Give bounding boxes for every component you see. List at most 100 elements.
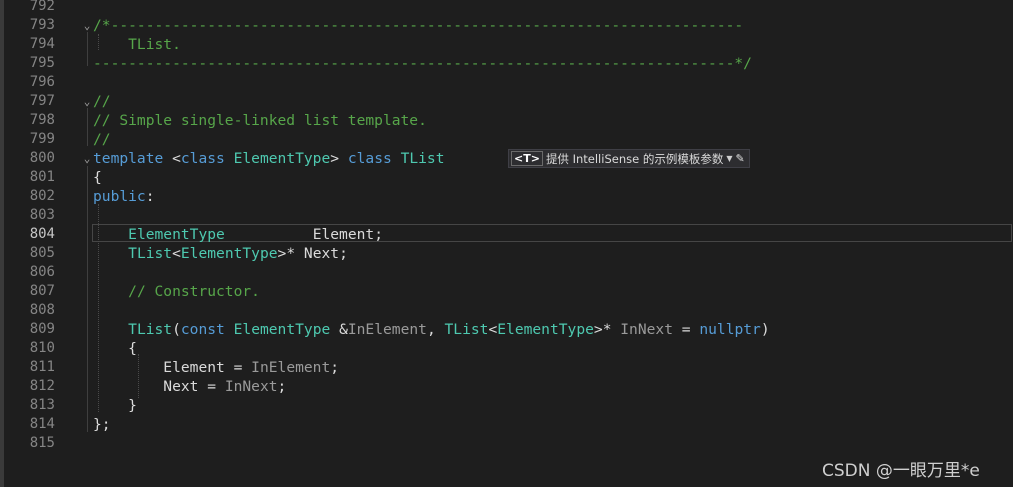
code-line[interactable]: 803 <box>0 206 1013 225</box>
code-line[interactable]: 812 Next = InNext; <box>0 377 1013 396</box>
line-number: 805 <box>29 245 55 261</box>
code-line[interactable]: 810 { <box>0 339 1013 358</box>
intellisense-template-hint[interactable]: <T> 提供 IntelliSense 的示例模板参数 ▼ ✎ <box>508 149 750 168</box>
code-text: Next = InNext; <box>93 377 286 396</box>
line-number: 797 <box>29 93 55 109</box>
code-token: class <box>180 150 225 167</box>
line-number: 794 <box>29 36 55 52</box>
code-line[interactable]: 800 ⌄ template <class ElementType> class T… <box>0 149 1013 168</box>
code-token: ; <box>339 245 348 262</box>
code-token: Element <box>163 359 225 376</box>
code-token: TList <box>400 150 445 167</box>
code-token: >* <box>277 245 304 262</box>
pencil-icon[interactable]: ✎ <box>735 152 744 165</box>
code-text: // Constructor. <box>93 282 260 301</box>
code-line[interactable]: 799 // <box>0 130 1013 149</box>
code-token: & <box>330 321 348 338</box>
code-token: InNext <box>620 321 673 338</box>
code-line[interactable]: 796 <box>0 73 1013 92</box>
code-line[interactable]: 797 ⌄// <box>0 92 1013 111</box>
code-token: nullptr <box>699 321 761 338</box>
code-token: TList <box>444 321 489 338</box>
code-token: ) <box>760 321 770 338</box>
code-token: >* <box>593 321 621 338</box>
code-line[interactable]: 807 // Constructor. <box>0 282 1013 301</box>
code-line[interactable]: 794 TList. <box>0 35 1013 54</box>
line-number: 799 <box>29 131 55 147</box>
code-token: ; <box>374 226 383 243</box>
code-token: // Simple single-linked list template. <box>93 112 427 129</box>
code-line[interactable]: 795 -------------------------------------… <box>0 54 1013 73</box>
code-token: > <box>330 150 348 167</box>
line-number: 801 <box>29 169 55 185</box>
code-token: ElementType <box>128 226 225 243</box>
code-line[interactable]: 808 <box>0 301 1013 320</box>
code-token: = <box>198 378 225 395</box>
line-number: 809 <box>29 321 55 337</box>
code-token: TList. <box>93 36 181 53</box>
fold-toggle-icon[interactable]: ⌄ <box>81 149 93 168</box>
code-token: /*--------------------------------------… <box>93 17 744 34</box>
code-token: = <box>224 359 252 376</box>
line-number: 796 <box>29 74 55 90</box>
code-text: /*--------------------------------------… <box>93 16 743 35</box>
code-token: ----------------------------------------… <box>93 55 752 72</box>
template-badge: <T> <box>511 151 543 166</box>
code-token: ( <box>172 321 181 338</box>
code-token: // <box>93 131 111 148</box>
line-number: 810 <box>29 340 55 356</box>
code-token: template <box>93 150 164 167</box>
code-line[interactable]: 802 public: <box>0 187 1013 206</box>
line-number: 815 <box>29 435 55 451</box>
hint-label: 提供 IntelliSense 的示例模板参数 <box>545 151 724 166</box>
code-token: // Constructor. <box>128 283 260 300</box>
code-token: , <box>426 321 445 338</box>
code-line[interactable]: 792 <box>0 0 1013 16</box>
code-token: public <box>93 188 146 205</box>
code-token: < <box>488 321 498 338</box>
line-number: 802 <box>29 188 55 204</box>
code-token: ElementType <box>497 321 594 338</box>
code-line[interactable]: 815 <box>0 434 1013 453</box>
chevron-down-icon[interactable]: ▼ <box>726 154 732 163</box>
line-number: 808 <box>29 302 55 318</box>
code-line[interactable]: 798 // Simple single-linked list template… <box>0 111 1013 130</box>
code-line[interactable]: 813 } <box>0 396 1013 415</box>
code-token: InElement <box>347 321 427 338</box>
fold-toggle-icon[interactable]: ⌄ <box>81 92 93 111</box>
line-number: 793 <box>29 17 55 33</box>
line-number: 807 <box>29 283 55 299</box>
code-line[interactable]: 814}; <box>0 415 1013 434</box>
fold-toggle-icon[interactable]: ⌄ <box>81 16 93 35</box>
line-number: 803 <box>29 207 55 223</box>
code-token: : <box>145 188 155 205</box>
code-token: class <box>347 150 392 167</box>
code-line[interactable]: 801 { <box>0 168 1013 187</box>
code-text: TList. <box>93 35 181 54</box>
code-token: ; <box>277 378 287 395</box>
code-line[interactable]: 793 ⌄/*----------------------------------… <box>0 16 1013 35</box>
code-line[interactable]: 809 TList(const ElementType &InElement, … <box>0 320 1013 339</box>
code-editor[interactable]: 792 793 ⌄/*-------------------------------… <box>0 0 1013 487</box>
code-line[interactable]: 811 Element = InElement; <box>0 358 1013 377</box>
code-token: InNext <box>224 378 278 395</box>
code-token: }; <box>93 416 111 433</box>
code-token: } <box>93 397 137 414</box>
code-token: ElementType <box>233 321 331 338</box>
code-line[interactable]: 805 TList<ElementType>* Next; <box>0 244 1013 263</box>
code-line[interactable]: 806 <box>0 263 1013 282</box>
code-text: } <box>93 396 137 415</box>
line-number: 806 <box>29 264 55 280</box>
code-line[interactable]: 804 ElementType Element; <box>0 225 1013 244</box>
code-token: ; <box>330 359 340 376</box>
code-token: ElementType <box>233 150 331 167</box>
code-token: = <box>672 321 700 338</box>
code-text: }; <box>93 415 111 434</box>
code-token: { <box>93 340 137 357</box>
